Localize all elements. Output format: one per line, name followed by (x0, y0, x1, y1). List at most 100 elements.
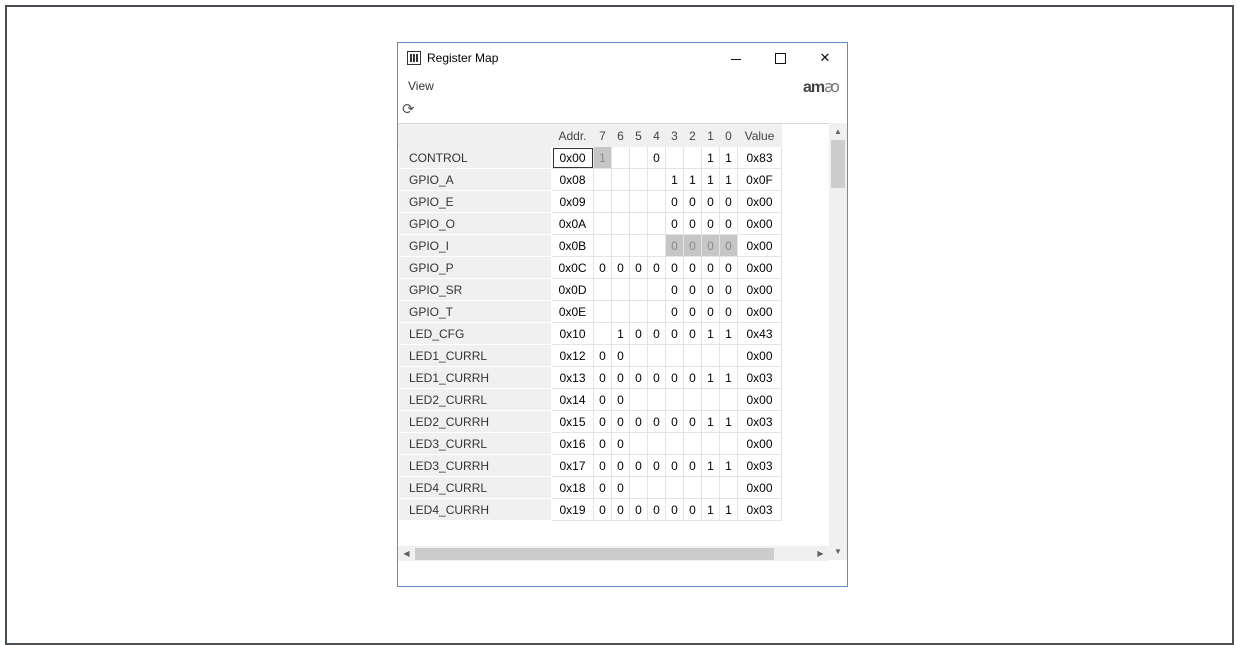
bit-cell[interactable] (593, 190, 612, 213)
bit-cell[interactable]: 0 (593, 454, 612, 477)
bit-cell[interactable] (683, 476, 702, 499)
bit-cell[interactable]: 0 (719, 300, 738, 323)
bit-cell[interactable]: 0 (611, 388, 630, 411)
bit-cell[interactable]: 0 (611, 432, 630, 455)
menu-view[interactable]: View (408, 79, 434, 93)
bit-cell[interactable]: 0 (701, 300, 720, 323)
bit-cell[interactable]: 1 (611, 322, 630, 345)
register-value[interactable]: 0x00 (737, 212, 782, 235)
bit-cell[interactable] (629, 300, 648, 323)
bit-cell[interactable] (593, 168, 612, 191)
bit-cell[interactable]: 1 (719, 366, 738, 389)
register-addr[interactable]: 0x0E (551, 300, 594, 323)
bit-cell[interactable]: 1 (701, 498, 720, 521)
bit-cell[interactable]: 0 (629, 498, 648, 521)
bit-cell[interactable]: 0 (629, 366, 648, 389)
bit-cell[interactable]: 1 (701, 366, 720, 389)
bit-cell[interactable] (629, 146, 648, 169)
refresh-icon[interactable]: ⟳ (402, 100, 415, 118)
register-value[interactable]: 0x00 (737, 278, 782, 301)
bit-cell[interactable] (665, 344, 684, 367)
bit-cell[interactable]: 0 (665, 454, 684, 477)
vertical-scrollbar[interactable]: ▲ ▼ (829, 123, 847, 560)
bit-cell[interactable] (647, 344, 666, 367)
register-addr[interactable]: 0x0C (551, 256, 594, 279)
bit-cell[interactable]: 0 (683, 410, 702, 433)
register-addr[interactable]: 0x16 (551, 432, 594, 455)
bit-cell[interactable] (719, 388, 738, 411)
bit-cell[interactable]: 0 (701, 212, 720, 235)
scroll-left-icon[interactable]: ◀ (398, 546, 415, 561)
maximize-button[interactable] (758, 43, 802, 73)
bit-cell[interactable]: 1 (701, 454, 720, 477)
bit-cell[interactable] (647, 476, 666, 499)
bit-cell[interactable]: 0 (629, 322, 648, 345)
bit-cell[interactable]: 1 (719, 322, 738, 345)
bit-cell[interactable] (629, 476, 648, 499)
bit-cell[interactable]: 0 (665, 256, 684, 279)
bit-cell[interactable] (647, 432, 666, 455)
bit-cell[interactable] (629, 190, 648, 213)
bit-cell[interactable]: 0 (647, 146, 666, 169)
bit-cell[interactable] (683, 344, 702, 367)
register-value[interactable]: 0x03 (737, 498, 782, 521)
bit-cell[interactable]: 0 (665, 190, 684, 213)
bit-cell[interactable]: 1 (719, 410, 738, 433)
bit-cell[interactable]: 0 (665, 300, 684, 323)
bit-cell[interactable]: 0 (719, 256, 738, 279)
register-addr[interactable]: 0x00 (551, 146, 594, 169)
bit-cell[interactable] (701, 476, 720, 499)
bit-cell[interactable]: 1 (665, 168, 684, 191)
register-addr[interactable]: 0x09 (551, 190, 594, 213)
bit-cell[interactable]: 0 (647, 454, 666, 477)
bit-cell[interactable]: 0 (665, 498, 684, 521)
register-value[interactable]: 0x00 (737, 190, 782, 213)
bit-cell[interactable]: 0 (683, 212, 702, 235)
bit-cell[interactable]: 0 (647, 498, 666, 521)
register-addr[interactable]: 0x0D (551, 278, 594, 301)
bit-cell[interactable] (647, 190, 666, 213)
bit-cell[interactable]: 0 (683, 278, 702, 301)
bit-cell[interactable]: 0 (611, 366, 630, 389)
bit-cell[interactable]: 0 (683, 366, 702, 389)
register-addr[interactable]: 0x17 (551, 454, 594, 477)
bit-cell[interactable]: 0 (665, 278, 684, 301)
bit-cell[interactable] (629, 278, 648, 301)
bit-cell[interactable] (611, 234, 630, 257)
bit-cell[interactable] (683, 388, 702, 411)
bit-cell[interactable] (593, 278, 612, 301)
close-button[interactable]: ✕ (803, 43, 847, 73)
bit-cell[interactable] (647, 212, 666, 235)
bit-cell[interactable] (647, 168, 666, 191)
bit-cell[interactable] (629, 432, 648, 455)
horizontal-scroll-thumb[interactable] (415, 548, 774, 560)
bit-cell[interactable] (665, 388, 684, 411)
register-addr[interactable]: 0x14 (551, 388, 594, 411)
bit-cell[interactable]: 0 (719, 278, 738, 301)
register-addr[interactable]: 0x19 (551, 498, 594, 521)
bit-cell[interactable]: 1 (683, 168, 702, 191)
bit-cell[interactable]: 0 (665, 212, 684, 235)
bit-cell[interactable] (611, 212, 630, 235)
bit-cell[interactable] (593, 234, 612, 257)
bit-cell[interactable]: 0 (647, 410, 666, 433)
scroll-down-icon[interactable]: ▼ (829, 543, 847, 560)
register-value[interactable]: 0x00 (737, 476, 782, 499)
bit-cell[interactable] (611, 146, 630, 169)
bit-cell[interactable] (593, 300, 612, 323)
bit-cell[interactable] (647, 278, 666, 301)
register-addr[interactable]: 0x0B (551, 234, 594, 257)
bit-cell[interactable]: 0 (611, 498, 630, 521)
bit-cell[interactable] (611, 168, 630, 191)
bit-cell[interactable]: 0 (701, 256, 720, 279)
bit-cell[interactable]: 1 (701, 168, 720, 191)
bit-cell[interactable]: 0 (647, 366, 666, 389)
register-value[interactable]: 0x00 (737, 234, 782, 257)
bit-cell[interactable]: 0 (611, 454, 630, 477)
bit-cell[interactable]: 0 (593, 366, 612, 389)
bit-cell[interactable] (629, 168, 648, 191)
bit-cell[interactable]: 0 (593, 410, 612, 433)
register-value[interactable]: 0x00 (737, 256, 782, 279)
register-value[interactable]: 0x03 (737, 410, 782, 433)
bit-cell[interactable]: 0 (593, 432, 612, 455)
